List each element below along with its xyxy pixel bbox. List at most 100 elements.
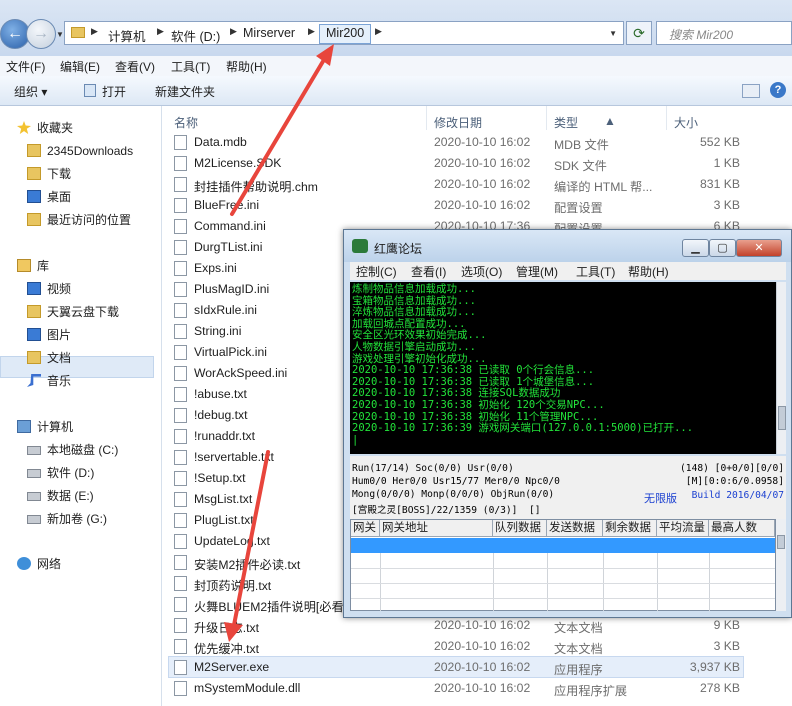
file-name: 安装M2插件必读.txt [194, 558, 301, 572]
file-icon [174, 639, 187, 654]
menu-bar: 文件(F) 编辑(E) 查看(V) 工具(T) 帮助(H) [0, 56, 792, 76]
grid-line [351, 568, 775, 569]
address-field[interactable]: ▶ 计算机 ▶ 软件 (D:) ▶ Mirserver ▶ Mir200 ▶ ▼ [64, 21, 624, 45]
refresh-button[interactable]: ⟳ [626, 21, 652, 45]
window-titlebar[interactable]: 红鹰论坛 ▁ ▢ ✕ [344, 230, 791, 262]
file-date: 2020-10-10 16:02 [434, 135, 531, 149]
chevron-right-icon[interactable]: ▶ [91, 26, 98, 37]
chevron-right-icon[interactable]: ▶ [375, 26, 382, 37]
help-icon[interactable]: ? [770, 82, 786, 98]
file-type: 文本文档 [554, 642, 603, 656]
nav-item-videos[interactable]: 视频 [27, 279, 71, 299]
nav-network[interactable]: 网络 [17, 554, 61, 574]
breadcrumb-mir200[interactable]: Mir200 [319, 24, 372, 44]
file-icon [174, 345, 187, 360]
menu-view[interactable]: 查看(V) [115, 58, 155, 75]
grid-scrollbar[interactable] [776, 519, 786, 611]
drive-icon [27, 515, 41, 524]
menu-edit[interactable]: 编辑(E) [60, 58, 100, 75]
menu-view[interactable]: 查看(I) [411, 263, 446, 280]
console-line: | [352, 433, 359, 446]
file-date: 2020-10-10 16:02 [434, 156, 531, 170]
nav-drive-e[interactable]: 数据 (E:) [27, 486, 94, 506]
grid-col-avg-traffic[interactable]: 平均流量 [657, 520, 709, 537]
chevron-right-icon[interactable]: ▶ [308, 26, 315, 37]
menu-tools[interactable]: 工具(T) [171, 58, 210, 75]
column-size[interactable]: 大小 [674, 114, 698, 131]
nav-drive-d[interactable]: 软件 (D:) [27, 463, 94, 483]
file-type: SDK 文件 [554, 159, 607, 173]
nav-item-desktop[interactable]: 桌面 [27, 187, 71, 207]
menu-manage[interactable]: 管理(M) [516, 263, 558, 280]
nav-drive-g[interactable]: 新加卷 (G:) [27, 509, 107, 529]
nav-item-music[interactable]: 音乐 [27, 371, 71, 391]
console-scrollbar[interactable] [776, 282, 786, 454]
maximize-button[interactable]: ▢ [709, 239, 736, 257]
file-row[interactable]: 封挂插件帮助说明.chm 2020-10-10 16:02 编译的 HTML 帮..… [168, 174, 748, 195]
nav-item-downloads[interactable]: 下载 [27, 164, 71, 184]
nav-drive-c[interactable]: 本地磁盘 (C:) [27, 440, 118, 460]
organize-button[interactable]: 组织 ▾ [14, 83, 47, 100]
nav-item-2345downloads[interactable]: 2345Downloads [27, 141, 133, 161]
address-dropdown-icon[interactable]: ▼ [609, 29, 617, 38]
scrollbar-thumb[interactable] [777, 535, 785, 549]
nav-selection-highlight [0, 356, 154, 378]
file-row[interactable]: mSystemModule.dll 2020-10-10 16:02 应用程序扩展 2… [168, 678, 748, 699]
nav-item-pictures[interactable]: 图片 [27, 325, 71, 345]
minimize-button[interactable]: ▁ [682, 239, 709, 257]
nav-libraries[interactable]: 库 [17, 256, 49, 276]
column-divider[interactable] [546, 106, 547, 130]
grid-selected-row[interactable] [351, 538, 775, 553]
column-name[interactable]: 名称 [174, 114, 198, 131]
file-row[interactable]: 升级日志.txt 2020-10-10 16:02 文本文档 9 KB [168, 615, 748, 636]
status-counts: (148) [0+0/0][0/0] [680, 463, 784, 474]
nav-computer[interactable]: 计算机 [17, 417, 73, 437]
folder-icon [27, 305, 41, 318]
gateway-grid[interactable]: 网关 网关地址 队列数据 发送数据 剩余数据 平均流量 最高人数 [350, 519, 776, 611]
nav-item-recent-places[interactable]: 最近访问的位置 [27, 210, 131, 230]
menu-help[interactable]: 帮助(H) [628, 263, 669, 280]
console-log[interactable]: 炼制物品信息加载成功... 宝箱物品信息加载成功... 淬炼物品信息加载成功... 加… [350, 282, 776, 454]
breadcrumb-drive[interactable]: 软件 (D:) [171, 26, 220, 45]
menu-control[interactable]: 控制(C) [356, 263, 397, 280]
chevron-right-icon[interactable]: ▶ [230, 26, 237, 37]
search-input[interactable]: 搜索 Mir200 [656, 21, 792, 45]
breadcrumb-mirserver[interactable]: Mirserver [243, 26, 295, 40]
file-icon [174, 471, 187, 486]
view-options-icon[interactable] [742, 84, 760, 98]
nav-favorites[interactable]: 收藏夹 [17, 118, 73, 138]
forward-button[interactable]: → [26, 19, 56, 49]
open-button[interactable]: 打开 [102, 83, 126, 100]
recent-pages-dropdown-icon[interactable]: ▼ [56, 30, 64, 39]
grid-col-max-users[interactable]: 最高人数 [709, 520, 775, 537]
grid-col-remaining[interactable]: 剩余数据 [603, 520, 657, 537]
grid-col-gateway[interactable]: 网关 [351, 520, 380, 537]
grid-col-sent[interactable]: 发送数据 [547, 520, 603, 537]
file-type: 编译的 HTML 帮... [554, 180, 653, 194]
file-row[interactable]: 优先缓冲.txt 2020-10-10 16:02 文本文档 3 KB [168, 636, 748, 657]
column-type[interactable]: 类型 [554, 114, 578, 131]
nav-item-documents[interactable]: 文档 [27, 348, 71, 368]
scrollbar-thumb[interactable] [778, 406, 786, 430]
file-row[interactable]: BlueFree.ini 2020-10-10 16:02 配置设置 3 KB [168, 195, 748, 216]
m2server-window: 红鹰论坛 ▁ ▢ ✕ 控制(C) 查看(I) 选项(O) 管理(M) 工具(T)… [343, 229, 792, 618]
new-folder-button[interactable]: 新建文件夹 [155, 83, 215, 100]
column-divider[interactable] [426, 106, 427, 130]
file-row[interactable]: M2Server.exe 2020-10-10 16:02 应用程序 3,937 KB [168, 657, 748, 678]
menu-help[interactable]: 帮助(H) [226, 58, 267, 75]
grid-col-queue[interactable]: 队列数据 [493, 520, 547, 537]
file-icon [174, 555, 187, 570]
file-row[interactable]: M2License.SDK 2020-10-10 16:02 SDK 文件 1 KB [168, 153, 748, 174]
column-date[interactable]: 修改日期 [434, 114, 482, 131]
menu-options[interactable]: 选项(O) [461, 263, 502, 280]
close-button[interactable]: ✕ [736, 239, 782, 257]
chevron-right-icon[interactable]: ▶ [157, 26, 164, 37]
breadcrumb-computer[interactable]: 计算机 [108, 26, 146, 45]
nav-item-tianyi-cloud[interactable]: 天翼云盘下载 [27, 302, 119, 322]
menu-file[interactable]: 文件(F) [6, 58, 45, 75]
file-row[interactable]: Data.mdb 2020-10-10 16:02 MDB 文件 552 KB [168, 132, 748, 153]
menu-tools[interactable]: 工具(T) [576, 263, 615, 280]
column-divider[interactable] [666, 106, 667, 130]
grid-col-address[interactable]: 网关地址 [380, 520, 493, 537]
file-name: PlusMagID.ini [194, 282, 270, 296]
